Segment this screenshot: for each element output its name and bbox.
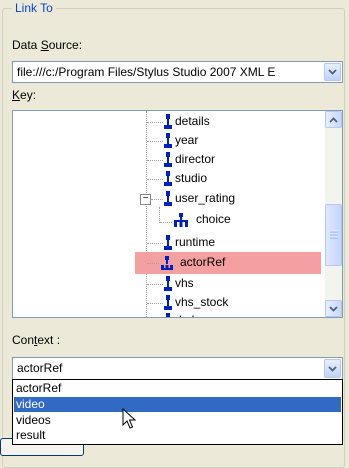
tree-item-user-rating[interactable]: − user_rating — [13, 188, 323, 210]
context-option-result[interactable]: result — [14, 428, 341, 443]
chevron-down-icon — [328, 69, 337, 75]
element-node-icon — [164, 276, 172, 291]
tree-item-label: runtime — [175, 235, 216, 249]
tree-item-runtime[interactable]: runtime — [13, 232, 323, 254]
tree-item-label: vhs_stock — [175, 295, 229, 309]
context-dropdown-button[interactable] — [324, 359, 341, 378]
tree-item-label: vhs — [175, 276, 194, 290]
tree-item-label: dvd — [175, 313, 194, 317]
element-node-icon — [164, 152, 172, 167]
tree-line — [147, 141, 163, 142]
element-node-icon — [164, 191, 172, 206]
collapse-icon[interactable]: − — [140, 194, 151, 205]
tree-item-choice[interactable]: choice — [13, 209, 323, 231]
element-node-icon — [164, 235, 172, 250]
chevron-down-icon — [328, 365, 337, 372]
data-source-dropdown-button[interactable] — [324, 63, 341, 81]
tree-line — [160, 222, 172, 223]
data-source-combobox[interactable]: file:///c:/Program Files/Stylus Studio 2… — [12, 61, 343, 83]
chevron-down-icon — [329, 305, 338, 312]
element-node-icon — [164, 114, 172, 129]
key-label: Key: — [12, 88, 37, 102]
tree-item-actorref[interactable]: actorRef — [13, 252, 323, 274]
context-combobox[interactable]: actorRef — [12, 357, 343, 380]
tree-item-label: user_rating — [175, 191, 236, 205]
group-title: Link To — [12, 1, 56, 15]
element-node-icon — [164, 171, 172, 186]
context-option-video[interactable]: video — [14, 397, 341, 412]
tree-item-studio[interactable]: studio — [13, 168, 323, 190]
key-tree[interactable]: details year director studio − user_rati… — [12, 110, 343, 318]
scroll-thumb[interactable] — [325, 204, 342, 266]
tree-item-label: choice — [196, 212, 231, 226]
tree-line — [147, 263, 159, 264]
tree-line — [147, 243, 163, 244]
tree-item-dvd[interactable]: dvd — [13, 310, 323, 317]
tree-item-label: details — [175, 114, 210, 128]
context-value: actorRef — [17, 361, 63, 375]
tree-line — [147, 303, 163, 304]
context-label: Context : — [12, 333, 61, 347]
grip-icon — [330, 230, 338, 239]
element-node-icon — [164, 133, 172, 148]
choice-node-icon — [174, 213, 188, 227]
tree-line — [147, 160, 163, 161]
context-dropdown-list[interactable]: actorRef video videos result — [12, 379, 343, 445]
context-option-videos[interactable]: videos — [14, 413, 341, 428]
context-option-actorref[interactable]: actorRef — [14, 381, 341, 396]
mouse-pointer-icon — [122, 408, 136, 429]
tree-item-label: studio — [175, 171, 208, 185]
scroll-up-button[interactable] — [325, 111, 342, 128]
reference-node-icon — [161, 256, 173, 270]
tree-item-label: actorRef — [180, 255, 226, 269]
data-source-label: Data Source: — [12, 38, 83, 52]
tree-item-label: director — [175, 152, 216, 166]
element-node-icon — [166, 313, 170, 317]
chevron-up-icon — [329, 116, 338, 123]
tree-line — [147, 179, 163, 180]
vertical-scrollbar[interactable] — [325, 111, 342, 317]
data-source-value: file:///c:/Program Files/Stylus Studio 2… — [17, 65, 276, 79]
tree-line — [147, 284, 163, 285]
tree-line — [151, 199, 163, 200]
tree-item-label: year — [175, 133, 199, 147]
scroll-down-button[interactable] — [325, 300, 342, 317]
tree-line — [147, 122, 163, 123]
